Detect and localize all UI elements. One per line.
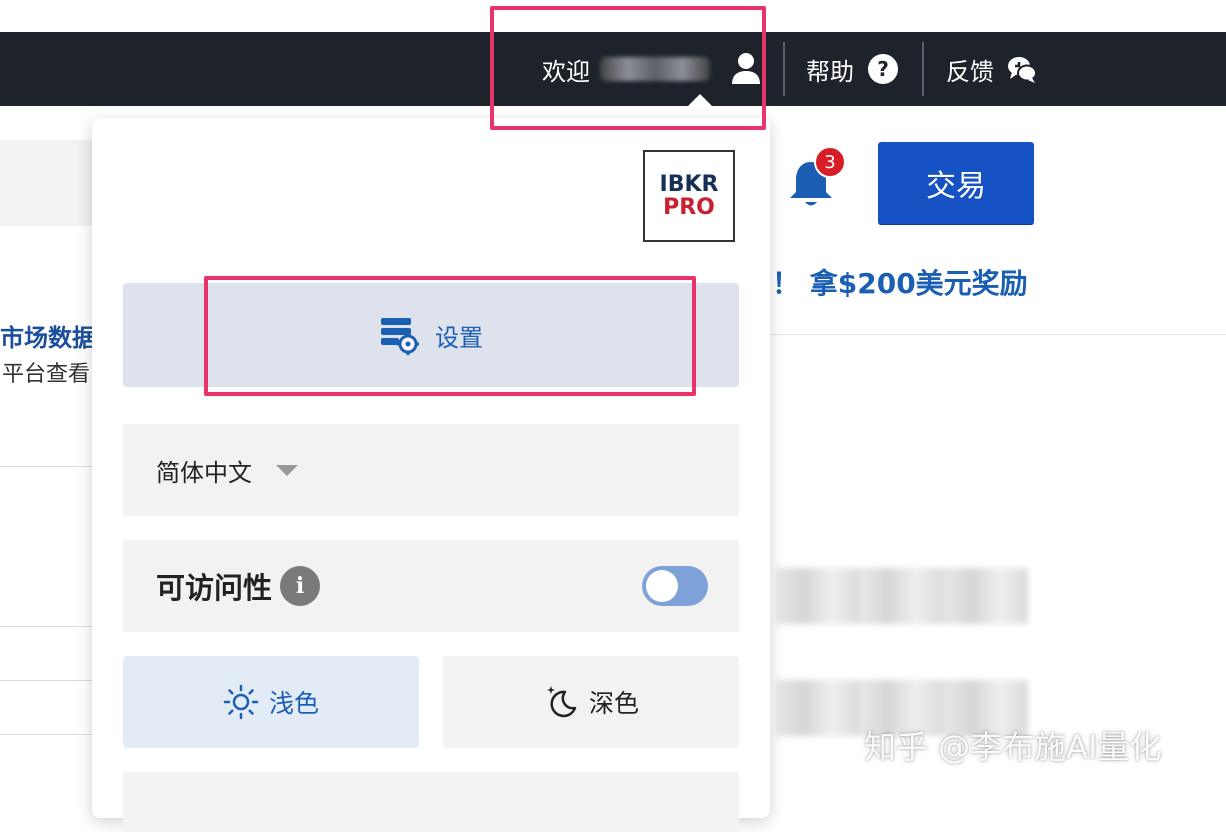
help-label: 帮助 bbox=[806, 57, 854, 86]
logo-line-2: PRO bbox=[663, 195, 715, 220]
language-select[interactable]: 简体中文 bbox=[123, 424, 739, 516]
watermark: 知乎 @李布施AI量化 bbox=[864, 728, 1162, 766]
notification-count-badge: 3 bbox=[814, 146, 846, 178]
redacted-content bbox=[776, 568, 1028, 624]
trade-button[interactable]: 交易 bbox=[878, 142, 1034, 224]
theme-dark-button[interactable]: 深色 bbox=[443, 656, 739, 748]
toggle-knob bbox=[646, 570, 678, 602]
sun-icon bbox=[223, 684, 259, 720]
logo-line-1: IBKR bbox=[659, 171, 719, 197]
moon-icon bbox=[546, 686, 577, 718]
divider bbox=[0, 626, 95, 627]
divider bbox=[0, 734, 95, 735]
accessibility-row: 可访问性 i bbox=[123, 540, 739, 632]
divider bbox=[0, 466, 95, 467]
question-circle-icon: ? bbox=[868, 54, 898, 84]
highlight-box-welcome bbox=[490, 6, 766, 130]
help-button[interactable]: 帮助 ? bbox=[806, 32, 898, 106]
accessibility-label: 可访问性 bbox=[156, 571, 273, 605]
background-search-band bbox=[0, 140, 95, 226]
user-dropdown-menu: IBKR PRO 设置 简体中文 可访问性 i 浅色 深色 bbox=[92, 118, 770, 832]
chat-bubbles-icon bbox=[1008, 57, 1037, 83]
divider bbox=[0, 680, 95, 681]
accessibility-toggle[interactable] bbox=[642, 566, 708, 606]
language-selected-value: 简体中文 bbox=[156, 458, 252, 487]
promo-link[interactable]: ！ 拿$200美元奖励 bbox=[772, 262, 1028, 302]
theme-light-button[interactable]: 浅色 bbox=[123, 656, 419, 748]
info-icon[interactable]: i bbox=[280, 566, 321, 606]
background-subtext: 平台查看 bbox=[2, 362, 91, 387]
chevron-down-icon bbox=[276, 464, 298, 476]
highlight-box-settings bbox=[204, 276, 696, 396]
theme-dark-label: 深色 bbox=[588, 689, 639, 718]
divider bbox=[770, 334, 1226, 335]
feedback-label: 反馈 bbox=[946, 57, 994, 86]
theme-light-label: 浅色 bbox=[268, 689, 319, 718]
menu-next-item[interactable] bbox=[123, 772, 739, 832]
divider bbox=[783, 42, 785, 96]
ibkr-pro-logo: IBKR PRO bbox=[643, 150, 735, 242]
feedback-button[interactable]: 反馈 bbox=[946, 32, 1038, 106]
background-heading: 市场数据 bbox=[0, 324, 95, 352]
divider bbox=[922, 42, 924, 96]
